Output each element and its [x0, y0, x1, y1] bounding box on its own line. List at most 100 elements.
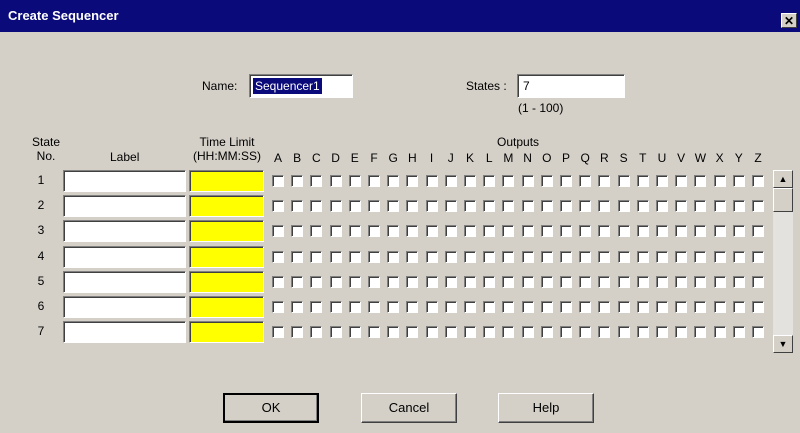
output-checkbox-s[interactable]	[617, 326, 630, 339]
output-checkbox-g[interactable]	[387, 225, 400, 238]
output-checkbox-v[interactable]	[675, 250, 688, 263]
state-label-input[interactable]	[63, 270, 186, 293]
output-checkbox-r[interactable]	[598, 326, 611, 339]
output-checkbox-j[interactable]	[444, 225, 457, 238]
output-checkbox-o[interactable]	[540, 175, 553, 187]
output-checkbox-o[interactable]	[540, 225, 553, 238]
time-limit-input[interactable]	[189, 245, 264, 268]
output-checkbox-a[interactable]	[272, 326, 284, 339]
ok-button[interactable]: OK	[223, 393, 319, 423]
output-checkbox-u[interactable]	[656, 326, 668, 339]
output-checkbox-o[interactable]	[540, 301, 553, 313]
output-checkbox-r[interactable]	[598, 275, 611, 288]
output-checkbox-y[interactable]	[732, 250, 745, 263]
time-limit-input[interactable]	[189, 170, 264, 192]
output-checkbox-t[interactable]	[636, 326, 649, 339]
output-checkbox-x[interactable]	[713, 250, 726, 263]
output-checkbox-i[interactable]	[425, 250, 438, 263]
state-label-input[interactable]	[63, 195, 186, 218]
time-limit-input[interactable]	[189, 220, 264, 243]
output-checkbox-e[interactable]	[348, 175, 361, 187]
output-checkbox-o[interactable]	[540, 200, 553, 213]
output-checkbox-k[interactable]	[464, 200, 476, 213]
output-checkbox-w[interactable]	[694, 175, 707, 187]
output-checkbox-f[interactable]	[368, 175, 380, 187]
help-button[interactable]: Help	[498, 393, 594, 423]
output-checkbox-c[interactable]	[310, 225, 323, 238]
output-checkbox-h[interactable]	[406, 326, 419, 339]
output-checkbox-d[interactable]	[329, 250, 342, 263]
output-checkbox-v[interactable]	[675, 225, 688, 238]
output-checkbox-a[interactable]	[272, 225, 284, 238]
output-checkbox-s[interactable]	[617, 175, 630, 187]
output-checkbox-e[interactable]	[348, 301, 361, 313]
output-checkbox-o[interactable]	[540, 275, 553, 288]
output-checkbox-i[interactable]	[425, 301, 438, 313]
output-checkbox-y[interactable]	[732, 175, 745, 187]
output-checkbox-t[interactable]	[636, 175, 649, 187]
output-checkbox-b[interactable]	[291, 275, 304, 288]
output-checkbox-j[interactable]	[444, 250, 457, 263]
output-checkbox-x[interactable]	[713, 301, 726, 313]
scroll-up-button[interactable]: ▲	[773, 170, 793, 188]
output-checkbox-b[interactable]	[291, 225, 304, 238]
output-checkbox-b[interactable]	[291, 200, 304, 213]
output-checkbox-h[interactable]	[406, 275, 419, 288]
output-checkbox-d[interactable]	[329, 175, 342, 187]
output-checkbox-n[interactable]	[521, 175, 534, 187]
output-checkbox-k[interactable]	[464, 275, 476, 288]
output-checkbox-w[interactable]	[694, 326, 707, 339]
output-checkbox-i[interactable]	[425, 275, 438, 288]
output-checkbox-n[interactable]	[521, 301, 534, 313]
output-checkbox-f[interactable]	[368, 275, 380, 288]
output-checkbox-p[interactable]	[560, 326, 572, 339]
output-checkbox-b[interactable]	[291, 326, 304, 339]
output-checkbox-b[interactable]	[291, 301, 304, 313]
output-checkbox-s[interactable]	[617, 301, 630, 313]
output-checkbox-y[interactable]	[732, 301, 745, 313]
output-checkbox-y[interactable]	[732, 225, 745, 238]
output-checkbox-v[interactable]	[675, 301, 688, 313]
output-checkbox-b[interactable]	[291, 175, 304, 187]
output-checkbox-r[interactable]	[598, 175, 611, 187]
output-checkbox-h[interactable]	[406, 301, 419, 313]
output-checkbox-l[interactable]	[483, 200, 496, 213]
output-checkbox-d[interactable]	[329, 275, 342, 288]
output-checkbox-m[interactable]	[502, 250, 515, 263]
output-checkbox-x[interactable]	[713, 175, 726, 187]
output-checkbox-z[interactable]	[752, 301, 764, 313]
output-checkbox-q[interactable]	[579, 225, 592, 238]
output-checkbox-g[interactable]	[387, 175, 400, 187]
output-checkbox-y[interactable]	[732, 275, 745, 288]
output-checkbox-c[interactable]	[310, 275, 323, 288]
output-checkbox-j[interactable]	[444, 175, 457, 187]
output-checkbox-t[interactable]	[636, 250, 649, 263]
output-checkbox-n[interactable]	[521, 225, 534, 238]
output-checkbox-a[interactable]	[272, 275, 284, 288]
output-checkbox-t[interactable]	[636, 200, 649, 213]
output-checkbox-p[interactable]	[560, 225, 572, 238]
output-checkbox-v[interactable]	[675, 275, 688, 288]
output-checkbox-z[interactable]	[752, 200, 764, 213]
output-checkbox-l[interactable]	[483, 225, 496, 238]
output-checkbox-w[interactable]	[694, 200, 707, 213]
output-checkbox-t[interactable]	[636, 301, 649, 313]
output-checkbox-w[interactable]	[694, 250, 707, 263]
output-checkbox-v[interactable]	[675, 200, 688, 213]
output-checkbox-h[interactable]	[406, 200, 419, 213]
output-checkbox-n[interactable]	[521, 200, 534, 213]
state-label-input[interactable]	[63, 220, 186, 243]
output-checkbox-g[interactable]	[387, 326, 400, 339]
output-checkbox-s[interactable]	[617, 275, 630, 288]
output-checkbox-m[interactable]	[502, 326, 515, 339]
output-checkbox-g[interactable]	[387, 275, 400, 288]
time-limit-input[interactable]	[189, 270, 264, 293]
output-checkbox-l[interactable]	[483, 301, 496, 313]
output-checkbox-e[interactable]	[348, 225, 361, 238]
output-checkbox-w[interactable]	[694, 301, 707, 313]
output-checkbox-g[interactable]	[387, 200, 400, 213]
output-checkbox-j[interactable]	[444, 200, 457, 213]
output-checkbox-l[interactable]	[483, 175, 496, 187]
output-checkbox-r[interactable]	[598, 301, 611, 313]
output-checkbox-m[interactable]	[502, 200, 515, 213]
